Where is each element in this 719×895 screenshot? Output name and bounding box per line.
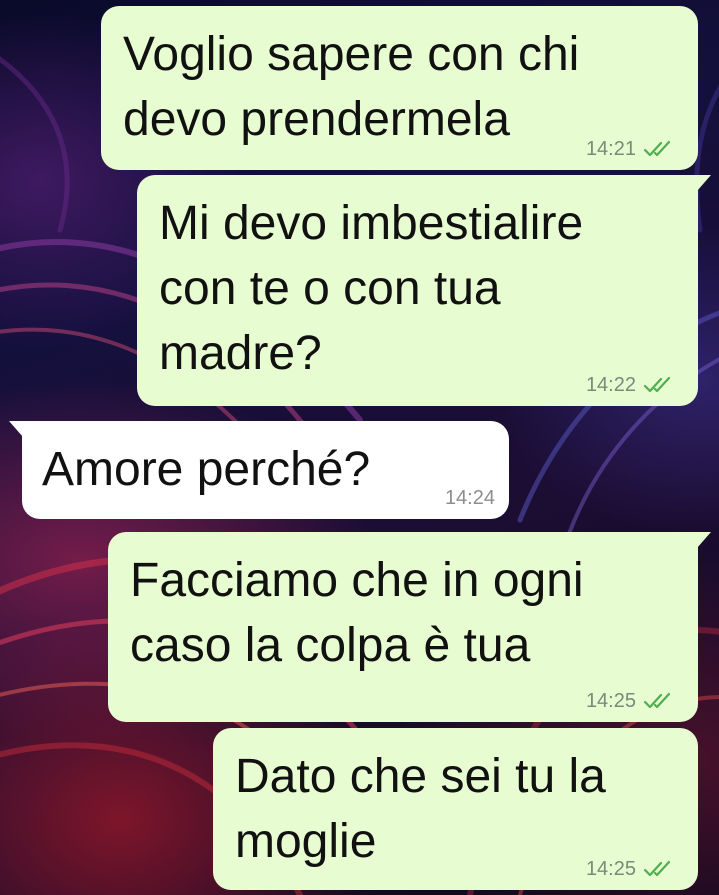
message-meta: 14:24 (445, 487, 495, 509)
message-time: 14:25 (585, 858, 636, 880)
message-time: 14:21 (585, 138, 636, 160)
double-check-icon (643, 860, 671, 877)
message-meta: 14:25 (586, 858, 676, 880)
message-text: Mi devo imbestialire con te o con tua ma… (159, 197, 584, 380)
message-meta: 14:25 (586, 690, 676, 712)
double-check-icon (643, 376, 671, 393)
message-bubble-outgoing[interactable]: Voglio sapere con chi devo prendermela 1… (101, 6, 698, 170)
message-text: Amore perché? (42, 443, 371, 496)
message-text: Dato che sei tu la moglie (235, 750, 606, 868)
message-time: 14:25 (585, 690, 636, 712)
message-time: 14:24 (444, 487, 495, 509)
bubble-tail (9, 421, 23, 437)
double-check-icon (643, 140, 671, 157)
message-text: Facciamo che in ogni caso la colpa è tua (130, 554, 584, 672)
message-text: Voglio sapere con chi devo prendermela (123, 28, 580, 146)
message-time: 14:22 (585, 374, 636, 396)
bubble-tail (697, 175, 711, 191)
message-bubble-outgoing[interactable]: Facciamo che in ogni caso la colpa è tua… (108, 532, 711, 722)
message-bubble-outgoing[interactable]: Mi devo imbestialire con te o con tua ma… (137, 175, 711, 406)
bubble-tail (697, 532, 711, 548)
message-meta: 14:22 (586, 374, 676, 396)
message-bubble-outgoing[interactable]: Dato che sei tu la moglie 14:25 (213, 728, 698, 890)
message-bubble-incoming[interactable]: Amore perché? 14:24 (9, 421, 509, 519)
message-meta: 14:21 (586, 138, 676, 160)
double-check-icon (643, 692, 671, 709)
